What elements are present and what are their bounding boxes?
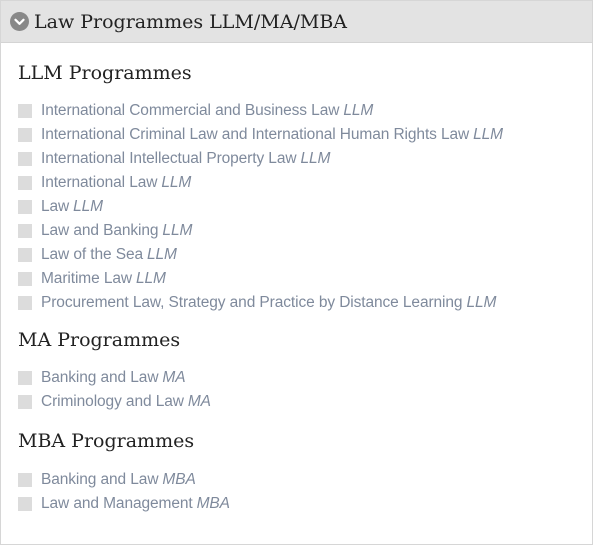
program-list: Banking and Law MA Criminology and Law MA xyxy=(18,366,592,414)
square-bullet-icon xyxy=(18,200,32,214)
panel-header-toggle[interactable]: Law Programmes LLM/MA/MBA xyxy=(1,1,592,43)
chevron-down-circle-icon[interactable] xyxy=(10,12,29,31)
program-link[interactable]: Banking and Law MBA xyxy=(41,471,196,489)
square-bullet-icon xyxy=(18,128,32,142)
square-bullet-icon xyxy=(18,224,32,238)
programmes-panel: Law Programmes LLM/MA/MBA LLM Programmes… xyxy=(0,0,593,545)
square-bullet-icon xyxy=(18,371,32,385)
list-item: Procurement Law, Strategy and Practice b… xyxy=(18,291,592,315)
square-bullet-icon xyxy=(18,152,32,166)
list-item: Banking and Law MA xyxy=(18,366,592,390)
square-bullet-icon xyxy=(18,176,32,190)
panel-title: Law Programmes LLM/MA/MBA xyxy=(34,10,347,33)
list-item: International Law LLM xyxy=(18,171,592,195)
section-mba-programmes: MBA Programmes Banking and Law MBA Law an… xyxy=(18,429,592,516)
program-link[interactable]: Law LLM xyxy=(41,198,103,216)
list-item: Law of the Sea LLM xyxy=(18,243,592,267)
section-title: LLM Programmes xyxy=(18,62,192,84)
square-bullet-icon xyxy=(18,272,32,286)
list-item: Law LLM xyxy=(18,195,592,219)
list-item: Maritime Law LLM xyxy=(18,267,592,291)
square-bullet-icon xyxy=(18,473,32,487)
program-link[interactable]: Procurement Law, Strategy and Practice b… xyxy=(41,294,496,312)
program-list: Banking and Law MBA Law and Management MBA xyxy=(18,468,592,516)
list-item: International Intellectual Property Law L… xyxy=(18,147,592,171)
program-link[interactable]: Law and Management MBA xyxy=(41,495,230,513)
program-link[interactable]: Criminology and Law MA xyxy=(41,393,211,411)
program-link[interactable]: Law and Banking LLM xyxy=(41,222,192,240)
section-llm-programmes: LLM Programmes International Commercial … xyxy=(18,61,592,315)
program-link[interactable]: Banking and Law MA xyxy=(41,369,186,387)
square-bullet-icon xyxy=(18,248,32,262)
section-title: MA Programmes xyxy=(18,329,181,351)
program-link[interactable]: Maritime Law LLM xyxy=(41,270,166,288)
list-item: International Commercial and Business La… xyxy=(18,99,592,123)
program-list: International Commercial and Business La… xyxy=(18,99,592,315)
program-link[interactable]: Law of the Sea LLM xyxy=(41,246,177,264)
panel-body: LLM Programmes International Commercial … xyxy=(1,43,592,516)
list-item: Law and Management MBA xyxy=(18,492,592,516)
section-title: MBA Programmes xyxy=(18,430,195,452)
list-item: Banking and Law MBA xyxy=(18,468,592,492)
section-ma-programmes: MA Programmes Banking and Law MA Criminol… xyxy=(18,328,592,414)
program-link[interactable]: International Law LLM xyxy=(41,174,191,192)
square-bullet-icon xyxy=(18,497,32,511)
program-link[interactable]: International Intellectual Property Law L… xyxy=(41,150,330,168)
list-item: International Criminal Law and Internati… xyxy=(18,123,592,147)
square-bullet-icon xyxy=(18,104,32,118)
square-bullet-icon xyxy=(18,395,32,409)
list-item: Law and Banking LLM xyxy=(18,219,592,243)
list-item: Criminology and Law MA xyxy=(18,390,592,414)
program-link[interactable]: International Criminal Law and Internati… xyxy=(41,126,503,144)
square-bullet-icon xyxy=(18,296,32,310)
program-link[interactable]: International Commercial and Business La… xyxy=(41,102,373,120)
